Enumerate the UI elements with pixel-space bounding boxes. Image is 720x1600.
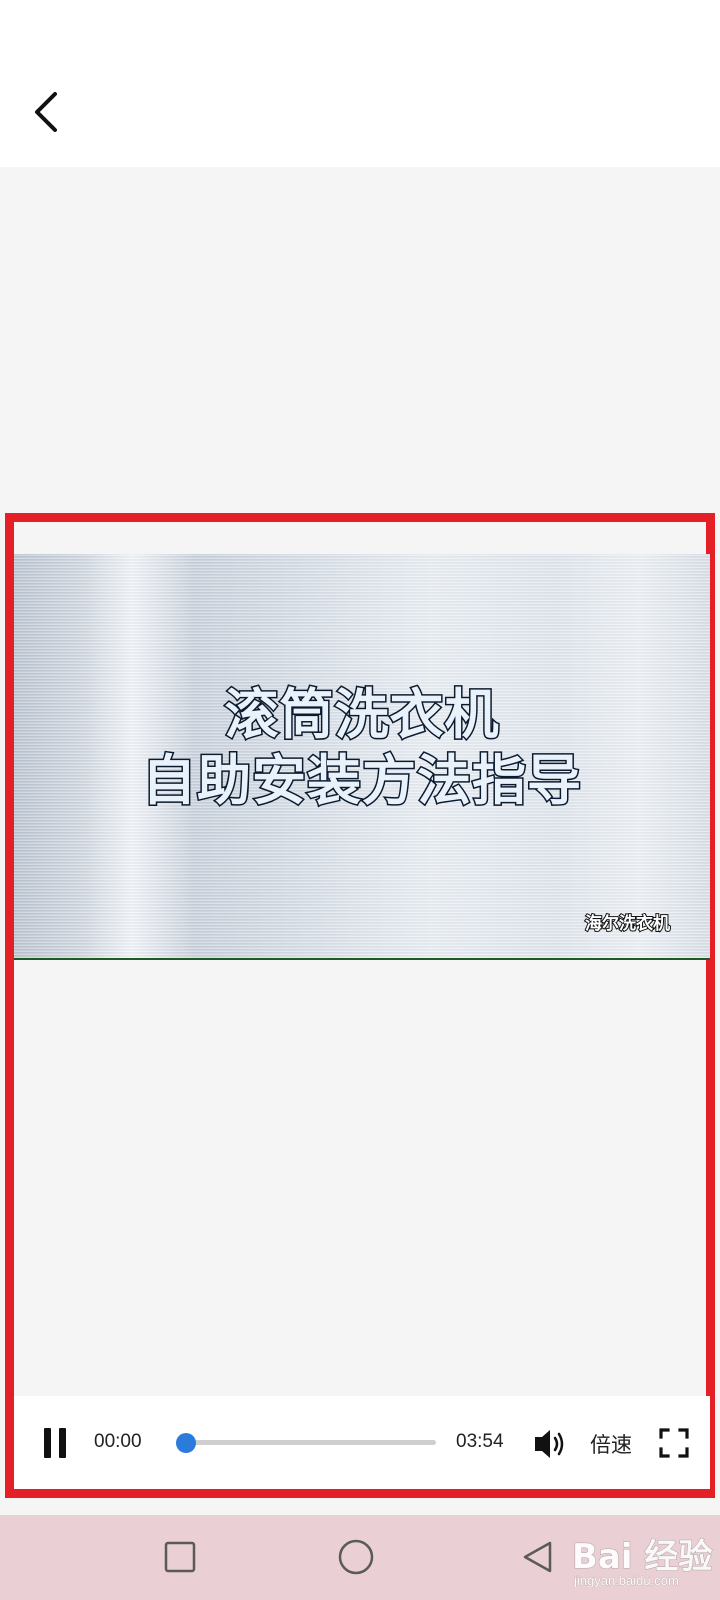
square-icon [164,1541,196,1573]
total-time: 03:54 [456,1431,504,1452]
video-title-line-2: 自助安装方法指导 [141,748,583,814]
speaker-icon [535,1430,564,1458]
player-controls: 00:00 03:54 倍速 [14,1396,710,1489]
volume-button[interactable] [532,1427,568,1461]
triangle-left-icon [523,1541,552,1573]
video-title: 滚筒洗衣机 自助安装方法指导 [14,682,710,814]
home-button[interactable] [334,1535,378,1579]
current-time: 00:00 [94,1431,142,1452]
chevron-left-icon [35,92,57,132]
fullscreen-icon [659,1428,689,1458]
progress-handle[interactable] [176,1433,196,1453]
playback-speed-button[interactable]: 倍速 [590,1429,632,1459]
video-surface[interactable]: 滚筒洗衣机 自助安装方法指导 海尔洗衣机 [14,554,710,960]
nav-back-button[interactable] [516,1535,560,1579]
top-bar [0,0,720,167]
progress-track [176,1440,436,1445]
recents-button[interactable] [158,1535,202,1579]
progress-slider[interactable] [176,1433,436,1453]
video-player-screen: 滚筒洗衣机 自助安装方法指导 海尔洗衣机 00:00 03:54 倍速 Bai … [0,0,720,1600]
pause-button[interactable] [38,1424,72,1462]
circle-icon [338,1539,374,1575]
system-navigation-bar [0,1515,720,1600]
fullscreen-button[interactable] [658,1427,690,1459]
video-title-line-1: 滚筒洗衣机 [223,682,500,748]
video-brand-caption: 海尔洗衣机 [584,913,671,935]
back-button[interactable] [24,84,68,140]
